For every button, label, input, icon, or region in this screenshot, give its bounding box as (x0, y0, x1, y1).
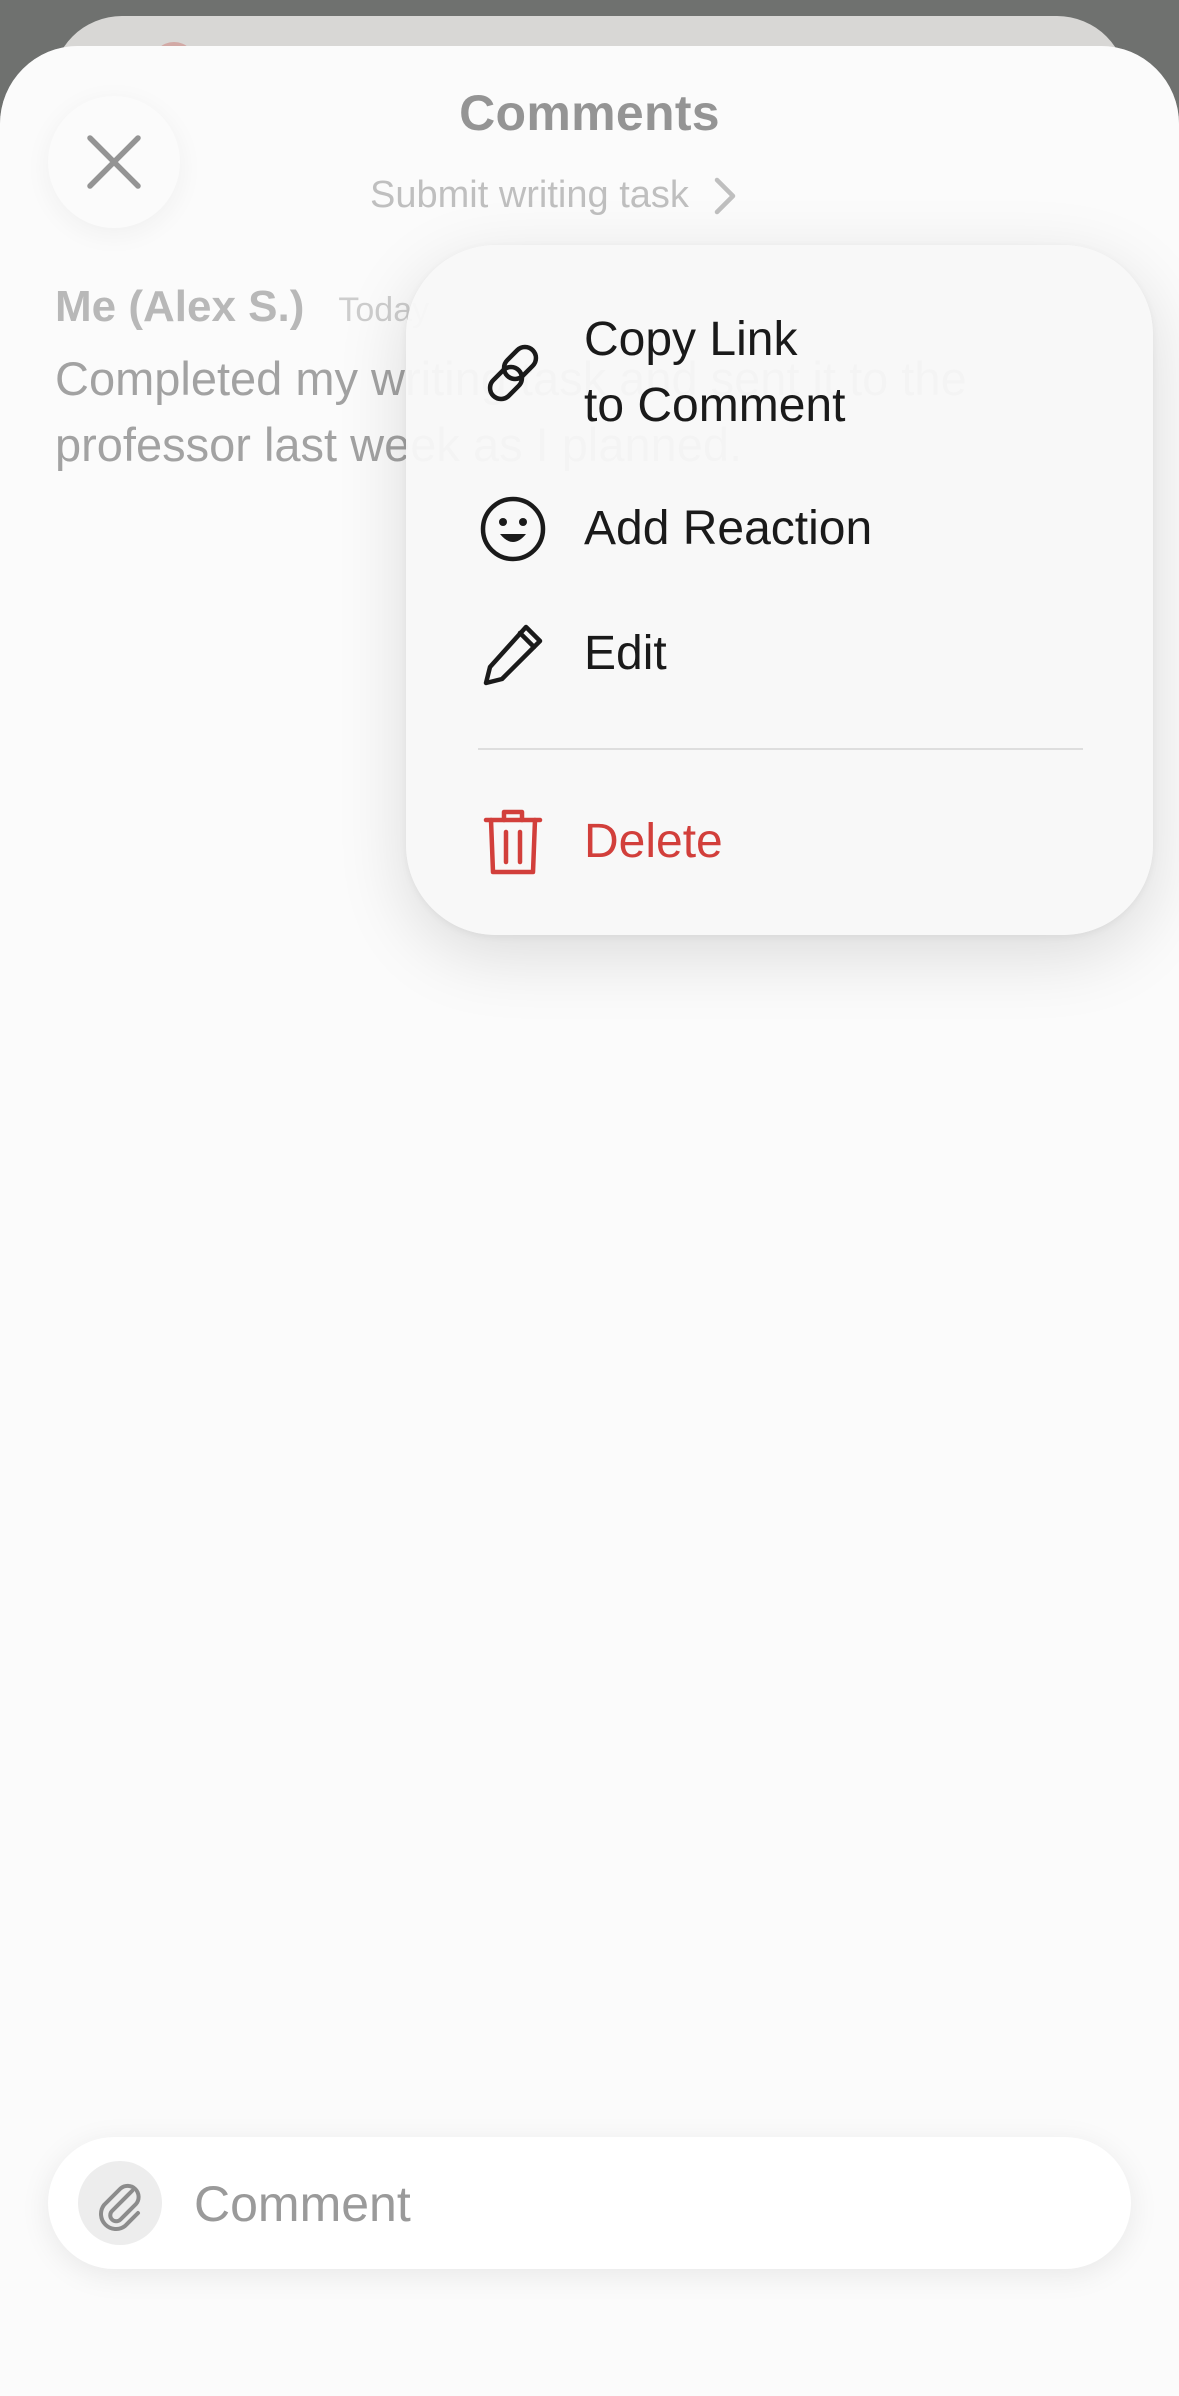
pencil-icon (478, 619, 548, 689)
link-icon (478, 338, 548, 408)
menu-item-edit[interactable]: Edit (478, 619, 667, 689)
smiley-icon (478, 494, 548, 564)
menu-item-label: Delete (584, 815, 723, 868)
menu-divider (478, 748, 1083, 750)
menu-item-label: Edit (584, 627, 667, 680)
chevron-right-icon (714, 177, 736, 214)
comment-composer (48, 2137, 1131, 2269)
menu-item-delete[interactable]: Delete (478, 807, 723, 877)
task-name: Submit writing task (370, 174, 689, 216)
attach-button[interactable] (78, 2161, 162, 2245)
menu-item-copy-link[interactable]: Copy Link to Comment (478, 307, 845, 439)
task-link[interactable]: Submit writing task (370, 174, 739, 217)
comment-context-menu: Copy Link to Comment Add Reaction Edit D… (406, 245, 1153, 935)
trash-icon (478, 807, 548, 877)
screen: Comments Submit writing task Me (Alex S.… (0, 0, 1179, 2396)
paperclip-icon (99, 2183, 141, 2231)
comment-input[interactable] (192, 2157, 1076, 2251)
comment-author: Me (Alex S.) (55, 282, 305, 331)
menu-item-label: Copy Link to Comment (584, 313, 846, 432)
menu-item-label: Add Reaction (584, 502, 873, 555)
menu-item-add-reaction[interactable]: Add Reaction (478, 494, 872, 564)
page-title: Comments (459, 85, 720, 141)
